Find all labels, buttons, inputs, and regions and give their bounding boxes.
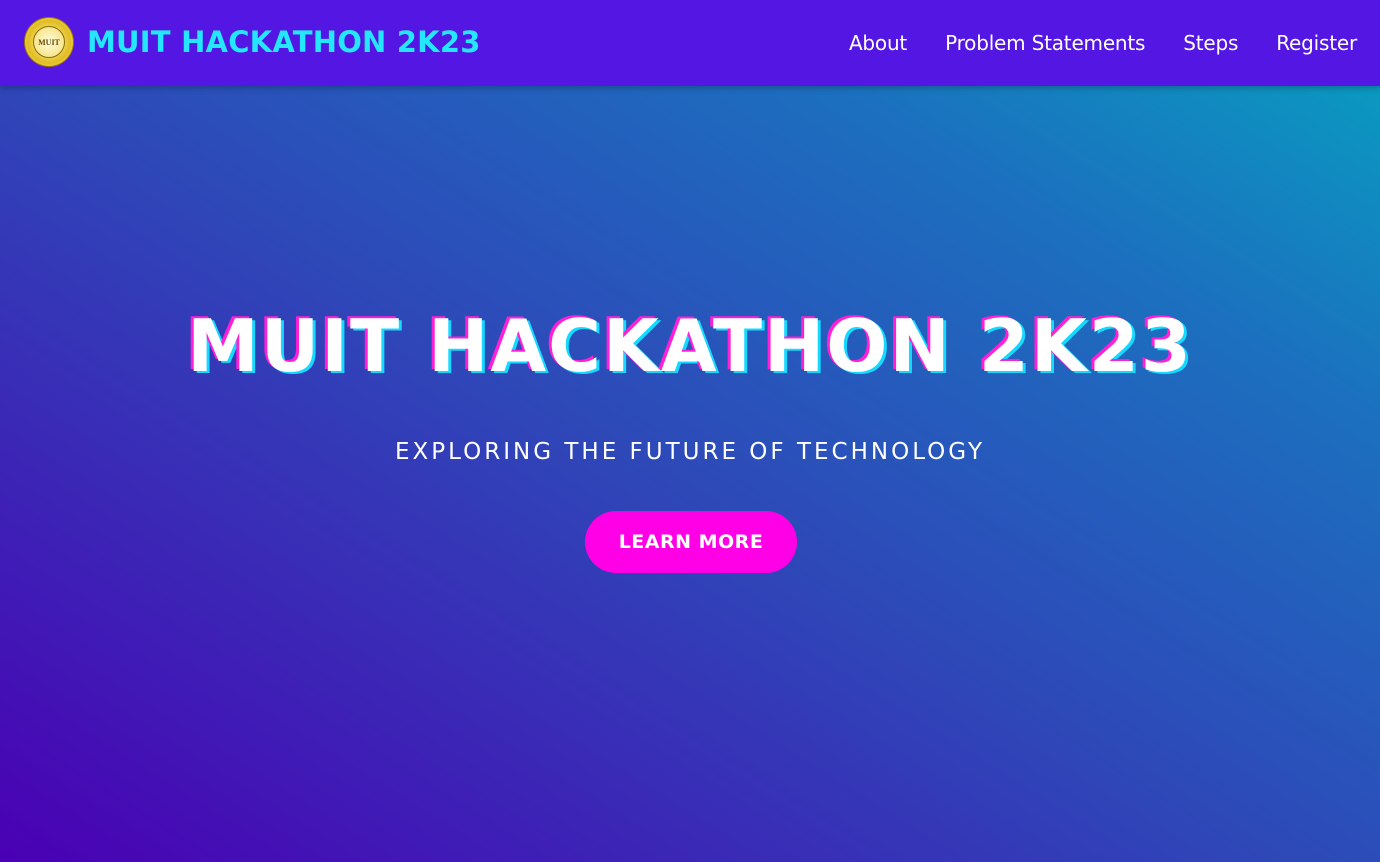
- hero-subtitle: EXPLORING THE FUTURE OF TECHNOLOGY: [394, 439, 986, 465]
- logo-text: MUIT: [33, 26, 65, 58]
- nav-link-problem-statements[interactable]: Problem Statements: [945, 31, 1145, 55]
- nav-link-about[interactable]: About: [849, 31, 907, 55]
- brand-link[interactable]: MUIT MUIT HACKATHON 2K23: [25, 17, 481, 67]
- learn-more-button[interactable]: LEARN MORE: [585, 511, 797, 573]
- nav-link-register[interactable]: Register: [1276, 31, 1357, 55]
- page: MUIT MUIT HACKATHON 2K23 About Problem S…: [0, 0, 1380, 862]
- nav-links: About Problem Statements Steps Register: [811, 0, 1357, 86]
- brand-title: MUIT HACKATHON 2K23: [87, 25, 481, 59]
- navbar: MUIT MUIT HACKATHON 2K23 About Problem S…: [0, 0, 1380, 86]
- hero-title: MUIT HACKATHON 2K23: [187, 304, 1193, 388]
- muit-logo-icon: MUIT: [25, 18, 73, 66]
- nav-link-steps[interactable]: Steps: [1183, 31, 1238, 55]
- hero-section: MUIT HACKATHON 2K23 EXPLORING THE FUTURE…: [0, 86, 1380, 862]
